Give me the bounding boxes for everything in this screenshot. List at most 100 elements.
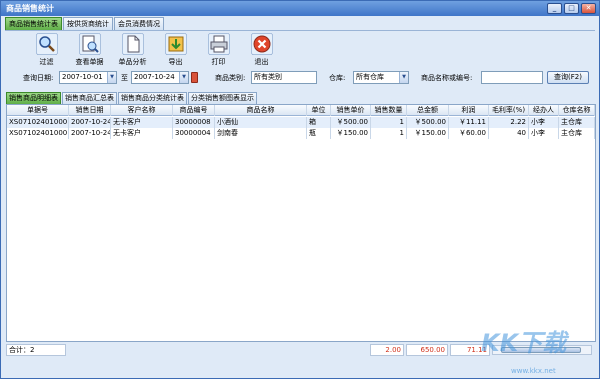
cell-profit: ￥60.00 xyxy=(449,128,489,139)
cell-total-amount: ￥150.00 xyxy=(407,128,449,139)
sales-table[interactable]: 单据号 销售日期 客户名称 商品编号 商品名称 单位 销售单价 销售数量 总金额… xyxy=(6,104,596,342)
col-sale-date[interactable]: 销售日期 xyxy=(69,105,111,116)
export-button[interactable]: 导出 xyxy=(154,31,197,69)
view-document-button[interactable]: 查看单据 xyxy=(68,31,111,69)
export-label: 导出 xyxy=(168,58,183,66)
col-total-amount[interactable]: 总金额 xyxy=(407,105,449,116)
cell-warehouse: 主仓库 xyxy=(559,128,595,139)
maximize-button[interactable]: □ xyxy=(564,3,579,14)
col-product-name[interactable]: 商品名称 xyxy=(215,105,307,116)
tab-sales-stats[interactable]: 商品销售统计表 xyxy=(5,17,62,30)
watermark-url: www.kkx.net xyxy=(511,367,556,375)
printer-icon xyxy=(208,33,230,55)
col-quantity[interactable]: 销售数量 xyxy=(371,105,407,116)
date-from-value: 2007-10-01 xyxy=(62,73,103,81)
col-product-code[interactable]: 商品编号 xyxy=(173,105,215,116)
date-to-label: 至 xyxy=(121,74,128,82)
row-count: 合计：2 xyxy=(6,344,66,356)
cell-quantity: 1 xyxy=(371,128,407,139)
cell-total-amount: ￥500.00 xyxy=(407,117,449,128)
col-margin[interactable]: 毛利率(%) xyxy=(489,105,529,116)
title-bar: 商品销售统计 _ □ ✕ xyxy=(1,1,599,16)
cell-sale-date: 2007-10-24 xyxy=(71,117,111,128)
col-unit[interactable]: 单位 xyxy=(307,105,331,116)
close-button[interactable]: ✕ xyxy=(581,3,596,14)
warehouse-label: 仓库: xyxy=(329,74,346,82)
quantity-total: 2.00 xyxy=(370,344,404,356)
product-search-input[interactable] xyxy=(481,71,543,84)
document-search-icon xyxy=(79,33,101,55)
exit-icon xyxy=(251,33,273,55)
tab-category-chart[interactable]: 分类销售额图表显示 xyxy=(188,92,257,104)
print-button[interactable]: 打印 xyxy=(197,31,240,69)
cell-product-name: 剑南春 xyxy=(215,128,307,139)
amount-total: 650.00 xyxy=(406,344,448,356)
cell-unit: 箱 xyxy=(307,117,331,128)
minimize-button[interactable]: _ xyxy=(547,3,562,14)
print-label: 打印 xyxy=(211,58,226,66)
cell-unit-price: ￥500.00 xyxy=(331,117,371,128)
cell-margin: 40 xyxy=(489,128,529,139)
date-to-picker[interactable]: 2007-10-24 ▼ xyxy=(131,71,189,84)
query-button[interactable]: 查询(F2) xyxy=(547,71,589,84)
document-icon xyxy=(122,33,144,55)
export-icon xyxy=(165,33,187,55)
product-name-label: 商品名称或编号: xyxy=(421,74,473,82)
watermark-logo: KK下载 xyxy=(481,329,567,357)
cell-handler: 小李 xyxy=(529,117,559,128)
item-analysis-label: 单品分析 xyxy=(118,58,147,66)
cell-handler: 小李 xyxy=(529,128,559,139)
tab-member-consumption[interactable]: 会员消费情况 xyxy=(114,17,164,30)
cell-sale-date: 2007-10-24 xyxy=(71,128,111,139)
date-reset-button[interactable] xyxy=(191,72,198,83)
report-tabs: 销售商品明细表 销售商品汇总表 销售商品分类统计表 分类销售额图表显示 xyxy=(6,92,257,104)
date-from-picker[interactable]: 2007-10-01 ▼ xyxy=(59,71,117,84)
main-window: 商品销售统计 _ □ ✕ 商品销售统计表 按供货商统计 会员消费情况 过滤 查看… xyxy=(0,0,600,379)
cell-product-code: 30000008 xyxy=(173,117,215,128)
col-customer[interactable]: 客户名称 xyxy=(111,105,173,116)
cell-document-no: XS071024010001 xyxy=(9,117,69,128)
tab-sales-summary[interactable]: 销售商品汇总表 xyxy=(62,92,117,104)
table-header: 单据号 销售日期 客户名称 商品编号 商品名称 单位 销售单价 销售数量 总金额… xyxy=(7,105,595,116)
cell-customer: 无卡客户 xyxy=(111,128,173,139)
filter-bar: 查询日期: 2007-10-01 ▼ 至 2007-10-24 ▼ 商品类别: … xyxy=(1,71,599,86)
category-input[interactable]: 所有类别 xyxy=(251,71,317,84)
exit-button[interactable]: 退出 xyxy=(240,31,283,69)
table-row[interactable]: XS071024010001 2007-10-24 无卡客户 30000004 … xyxy=(7,128,595,139)
exit-label: 退出 xyxy=(254,58,269,66)
filter-label: 过滤 xyxy=(39,58,54,66)
category-label: 商品类别: xyxy=(215,74,246,82)
cell-quantity: 1 xyxy=(371,117,407,128)
date-label: 查询日期: xyxy=(23,74,54,82)
window-title: 商品销售统计 xyxy=(6,4,54,13)
view-document-label: 查看单据 xyxy=(75,58,104,66)
warehouse-value: 所有仓库 xyxy=(356,73,384,81)
col-warehouse[interactable]: 仓库名称 xyxy=(559,105,595,116)
cell-unit: 瓶 xyxy=(307,128,331,139)
chevron-down-icon[interactable]: ▼ xyxy=(399,72,408,83)
col-profit[interactable]: 利润 xyxy=(449,105,489,116)
cell-product-name: 小酒仙 xyxy=(215,117,307,128)
date-to-value: 2007-10-24 xyxy=(134,73,175,81)
tab-category-stats[interactable]: 销售商品分类统计表 xyxy=(118,92,187,104)
toolbar: 过滤 查看单据 单品分析 导出 打印 退出 xyxy=(5,30,595,70)
main-tabs: 商品销售统计表 按供货商统计 会员消费情况 xyxy=(5,17,164,30)
filter-button[interactable]: 过滤 xyxy=(25,31,68,69)
cell-warehouse: 主仓库 xyxy=(559,117,595,128)
cell-unit-price: ￥150.00 xyxy=(331,128,371,139)
cell-product-code: 30000004 xyxy=(173,128,215,139)
table-row[interactable]: XS071024010001 2007-10-24 无卡客户 30000008 … xyxy=(7,117,595,128)
magnifier-icon xyxy=(36,33,58,55)
col-handler[interactable]: 经办人 xyxy=(529,105,559,116)
cell-customer: 无卡客户 xyxy=(111,117,173,128)
chevron-down-icon[interactable]: ▼ xyxy=(179,72,188,83)
item-analysis-button[interactable]: 单品分析 xyxy=(111,31,154,69)
warehouse-select[interactable]: 所有仓库 ▼ xyxy=(353,71,409,84)
cell-document-no: XS071024010001 xyxy=(9,128,69,139)
window-controls: _ □ ✕ xyxy=(547,3,596,14)
col-document-no[interactable]: 单据号 xyxy=(7,105,69,116)
tab-by-supplier[interactable]: 按供货商统计 xyxy=(63,17,113,30)
chevron-down-icon[interactable]: ▼ xyxy=(107,72,116,83)
col-unit-price[interactable]: 销售单价 xyxy=(331,105,371,116)
tab-sales-detail[interactable]: 销售商品明细表 xyxy=(6,92,61,104)
